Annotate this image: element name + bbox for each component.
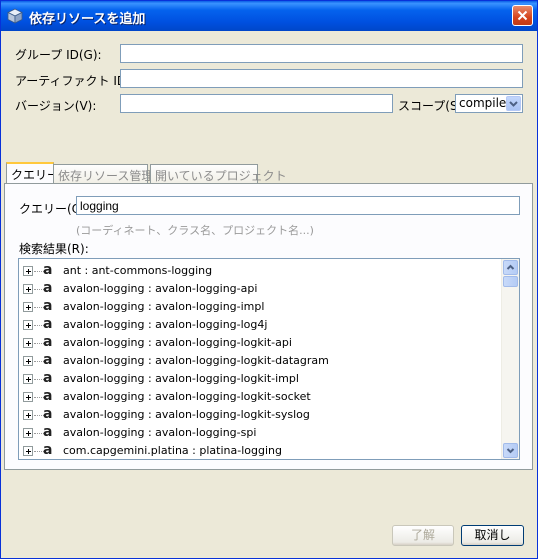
- chevron-down-icon: [509, 101, 518, 107]
- results-label: 検索結果(R):: [19, 242, 89, 256]
- version-field[interactable]: [120, 94, 393, 113]
- cube-icon: [7, 8, 23, 24]
- artifact-icon: a: [43, 424, 53, 440]
- artifact-icon: a: [43, 370, 53, 386]
- expand-icon[interactable]: [23, 338, 33, 348]
- result-row[interactable]: a avalon-logging : avalon-logging-logkit…: [19, 388, 501, 406]
- result-row[interactable]: a avalon-logging : avalon-logging-logkit…: [19, 406, 501, 424]
- query-input[interactable]: [76, 196, 520, 215]
- artifact-icon: a: [43, 298, 53, 314]
- expand-icon[interactable]: [23, 374, 33, 384]
- result-row[interactable]: a avalon-logging : avalon-logging-log4j: [19, 316, 501, 334]
- scope-value: compile: [459, 96, 507, 110]
- expand-icon[interactable]: [23, 266, 33, 276]
- scope-select[interactable]: compile: [455, 94, 523, 113]
- scroll-thumb[interactable]: [503, 276, 518, 287]
- results-scrollbar[interactable]: [501, 259, 519, 459]
- expand-icon[interactable]: [23, 320, 33, 330]
- result-row[interactable]: a avalon-logging : avalon-logging-logkit…: [19, 370, 501, 388]
- close-button[interactable]: [512, 5, 533, 26]
- chevron-down-icon: [506, 448, 515, 454]
- title-bar[interactable]: 依存リソースを追加: [1, 1, 537, 31]
- chevron-up-icon: [506, 264, 515, 270]
- result-row[interactable]: a avalon-logging : avalon-logging-impl: [19, 298, 501, 316]
- expand-icon[interactable]: [23, 446, 33, 456]
- scope-dropdown-button[interactable]: [506, 96, 521, 111]
- result-row[interactable]: a avalon-logging : avalon-logging-logkit…: [19, 352, 501, 370]
- tab-dependency-management[interactable]: 依存リソース管理: [53, 164, 153, 183]
- artifact-icon: a: [43, 262, 53, 278]
- artifact-icon: a: [43, 406, 53, 422]
- expand-icon[interactable]: [23, 284, 33, 294]
- expand-icon[interactable]: [23, 302, 33, 312]
- tab-open-projects[interactable]: 開いているプロジェクト: [150, 164, 287, 183]
- close-icon: [517, 10, 528, 21]
- version-label: バージョン(V):: [15, 99, 97, 113]
- scroll-up-button[interactable]: [503, 260, 518, 275]
- ok-button[interactable]: 了解: [392, 525, 454, 546]
- artifact-icon: a: [43, 352, 53, 368]
- group-id-field[interactable]: [120, 44, 523, 63]
- tab-query[interactable]: クエリー: [6, 162, 59, 184]
- expand-icon[interactable]: [23, 428, 33, 438]
- artifact-icon: a: [43, 280, 53, 296]
- add-dependency-dialog: 依存リソースを追加 グループ ID(G): アーティファクト ID(A): バー…: [0, 0, 538, 559]
- cancel-button[interactable]: 取消し: [461, 525, 524, 546]
- result-row[interactable]: a avalon-logging : avalon-logging-logkit…: [19, 334, 501, 352]
- group-id-label: グループ ID(G):: [15, 48, 102, 62]
- search-results-tree[interactable]: a ant : ant-commons-logging a avalon-log…: [18, 258, 520, 460]
- expand-icon[interactable]: [23, 410, 33, 420]
- result-row[interactable]: a avalon-logging : avalon-logging-spi: [19, 424, 501, 442]
- window-title: 依存リソースを追加: [29, 12, 146, 27]
- artifact-icon: a: [43, 334, 53, 350]
- expand-icon[interactable]: [23, 392, 33, 402]
- result-row[interactable]: a com.capgemini.platina : platina-loggin…: [19, 442, 501, 459]
- artifact-id-field[interactable]: [120, 69, 523, 88]
- artifact-icon: a: [43, 442, 53, 458]
- artifact-icon: a: [43, 388, 53, 404]
- scroll-down-button[interactable]: [503, 443, 518, 458]
- artifact-icon: a: [43, 316, 53, 332]
- expand-icon[interactable]: [23, 356, 33, 366]
- result-row[interactable]: a ant : ant-commons-logging: [19, 262, 501, 280]
- query-hint: (コーディネート、クラス名、プロジェクト名...): [76, 224, 314, 237]
- result-row[interactable]: a avalon-logging : avalon-logging-api: [19, 280, 501, 298]
